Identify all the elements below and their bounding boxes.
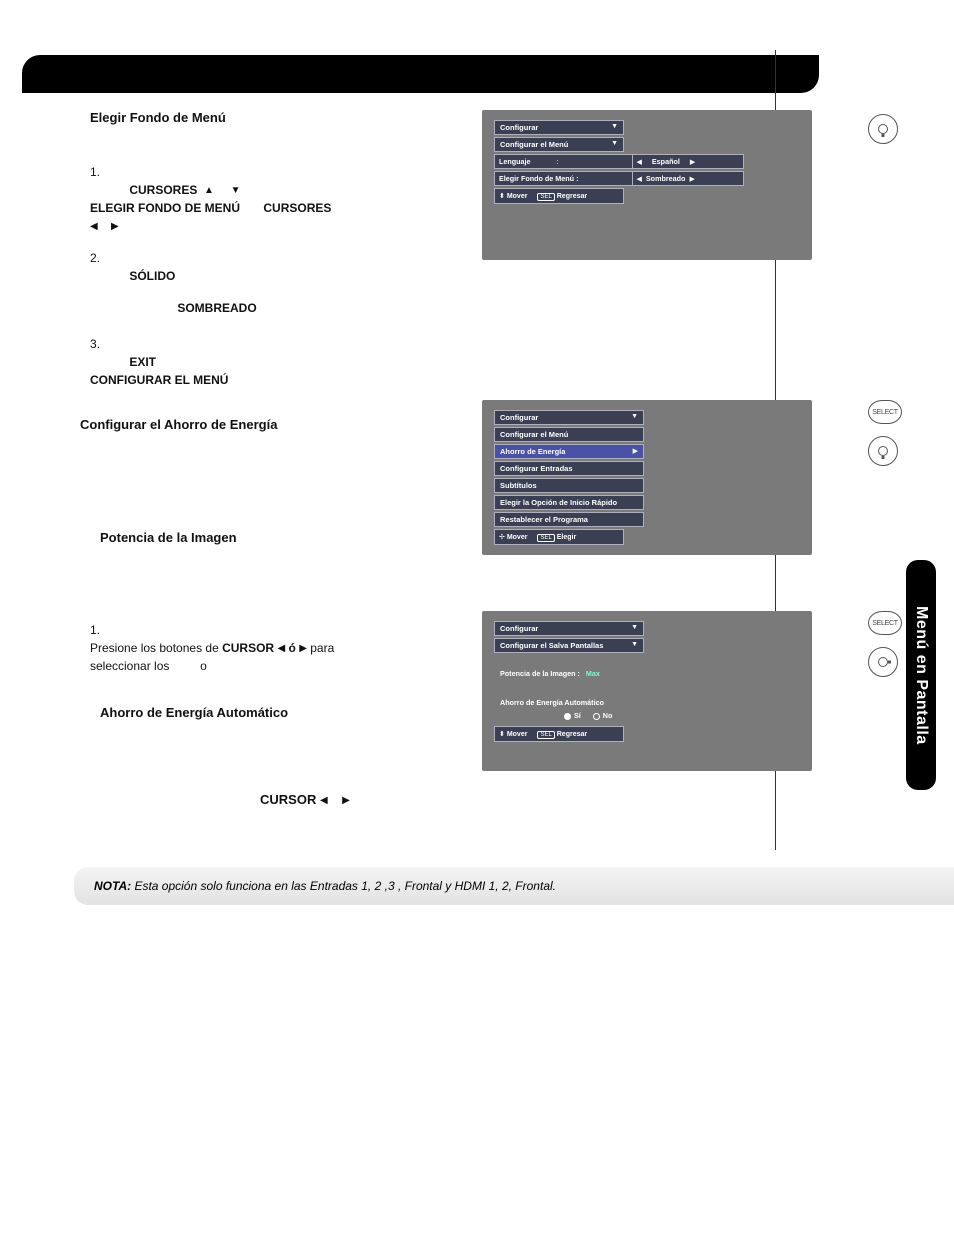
osd-item-highlight: Ahorro de Energía▶ (494, 444, 644, 459)
remote-cursor-button (868, 114, 898, 144)
chevron-down-icon: ▼ (631, 641, 638, 648)
osd1-block: Configurar▼ Configurar el Menú▼ Lenguaje… (420, 110, 770, 260)
osd-item: Configurar Entradas (494, 461, 644, 476)
radio-filled-icon (564, 713, 571, 720)
d-pad-down-icon (878, 446, 888, 456)
sel-icon: SEL (537, 731, 554, 739)
page: Menú en Pantalla Elegir Fondo de Menú 1.… (0, 0, 954, 1235)
cursor-lr: CURSOR ◀ ▶ (260, 792, 400, 807)
step-text: xxxxxx EXIT CONFIGURAR EL MENÚ (90, 353, 400, 389)
note-box: NOTA: Esta opción solo funciona en las E… (74, 867, 954, 905)
chevron-down-icon: ▼ (611, 140, 618, 147)
triangle-left-icon: ◀ (277, 644, 285, 654)
move-icon: ✢ (499, 534, 505, 541)
osd-item: Configurar el Menú (494, 427, 644, 442)
sel-icon: SEL (537, 193, 554, 201)
osd1-screen: Configurar▼ Configurar el Menú▼ Lenguaje… (482, 110, 812, 260)
radio-empty-icon (593, 713, 600, 720)
osd-row-fondo: Elegir Fondo de Menú : ◀Sombreado▶ (494, 171, 744, 186)
osd-title: Configurar▼ (494, 621, 644, 636)
osd-radio-row: Sí No (494, 709, 744, 726)
remote-select-button: SELECT (868, 400, 902, 424)
osd-item: Subtítulos (494, 478, 644, 493)
osd-item: Elegir la Opción de Inicio Rápido (494, 495, 644, 510)
right-column: Configurar▼ Configurar el Menú▼ Lenguaje… (410, 110, 770, 807)
osd-title: Configurar▼ (494, 120, 624, 135)
section2-steps: 1. Presione los botones de CURSOR ◀ ó ▶ … (90, 621, 400, 675)
osd-help-bar: ⬍ Mover SEL Regresar (494, 188, 624, 204)
osd2-block: SELECT Configurar▼ Configurar el Menú Ah… (420, 400, 770, 555)
up-down-icon: ⬍ (499, 731, 505, 738)
up-down-icon: ⬍ (499, 193, 505, 200)
remote-cursor-button (868, 647, 898, 677)
d-pad-right-icon (878, 657, 888, 667)
triangle-right-icon: ▶ (299, 644, 307, 654)
osd-row-lenguaje: Lenguaje : ◀ Español ▶ (494, 154, 744, 169)
triangle-down-icon: ▼ (231, 186, 241, 196)
sel-icon: SEL (537, 534, 554, 542)
triangle-right-icon: ▶ (689, 175, 694, 183)
sub-potencia: Potencia de la Imagen (100, 530, 400, 545)
step-number: 3. (90, 335, 112, 353)
triangle-right-icon: ▶ (690, 158, 695, 166)
header-bar (22, 55, 819, 93)
osd-item: Restablecer el Programa (494, 512, 644, 527)
osd3-screen: Configurar▼ Configurar el Salva Pantalla… (482, 611, 812, 771)
remote-cursor-button (868, 436, 898, 466)
osd-sub: Configurar el Menú▼ (494, 137, 624, 152)
note-text: Esta opción solo funciona en las Entrada… (131, 879, 556, 893)
osd-help-bar: ✢ Mover SEL Elegir (494, 529, 624, 545)
section1-steps: 1. xxxxxx CURSORES ▲ ▼ ELEGIR FONDO DE M… (90, 163, 400, 389)
triangle-left-icon: ◀ (90, 222, 98, 232)
step-text: xxxxxx SÓLIDO xxxxxxxxxxxxxx SOMBREADO (90, 267, 400, 317)
step-number: 2. (90, 249, 112, 267)
chevron-right-icon: ▶ (633, 447, 638, 455)
d-pad-down-icon (878, 124, 888, 134)
section2-title: Configurar el Ahorro de Energía (80, 417, 400, 432)
left-column: Elegir Fondo de Menú 1. xxxxxx CURSORES … (30, 110, 410, 807)
chevron-down-icon: ▼ (631, 413, 638, 420)
osd-heading-ahorro: Ahorro de Energía Automático (494, 696, 744, 709)
content-area: Elegir Fondo de Menú 1. xxxxxx CURSORES … (30, 110, 924, 807)
triangle-up-icon: ▲ (204, 186, 214, 196)
note-label: NOTA: (94, 879, 131, 893)
section1-title: Elegir Fondo de Menú (90, 110, 400, 125)
step-text: Presione los botones de CURSOR ◀ ó ▶ par… (90, 639, 400, 675)
osd-row-potencia: Potencia de la Imagen : Max (494, 665, 744, 682)
triangle-left-icon: ◀ (637, 175, 642, 183)
chevron-down-icon: ▼ (611, 123, 618, 130)
osd3-block: SELECT Configurar▼ Configurar el Salva P… (420, 611, 770, 771)
triangle-right-icon: ▶ (342, 796, 350, 806)
remote-select-button: SELECT (868, 611, 902, 635)
step-number: 1. (90, 621, 112, 639)
osd-title: Configurar▼ (494, 410, 644, 425)
triangle-left-icon: ◀ (320, 796, 328, 806)
triangle-left-icon: ◀ (637, 158, 642, 166)
step-number: 1. (90, 163, 112, 181)
osd-sub: Configurar el Salva Pantallas▼ (494, 638, 644, 653)
chevron-down-icon: ▼ (631, 624, 638, 631)
osd2-screen: Configurar▼ Configurar el Menú Ahorro de… (482, 400, 812, 555)
step-text: xxxxxx CURSORES ▲ ▼ ELEGIR FONDO DE MENÚ… (90, 181, 400, 235)
osd-help-bar: ⬍ Mover SEL Regresar (494, 726, 624, 742)
sub-ahorro: Ahorro de Energía Automático (100, 705, 400, 720)
triangle-right-icon: ▶ (111, 222, 119, 232)
